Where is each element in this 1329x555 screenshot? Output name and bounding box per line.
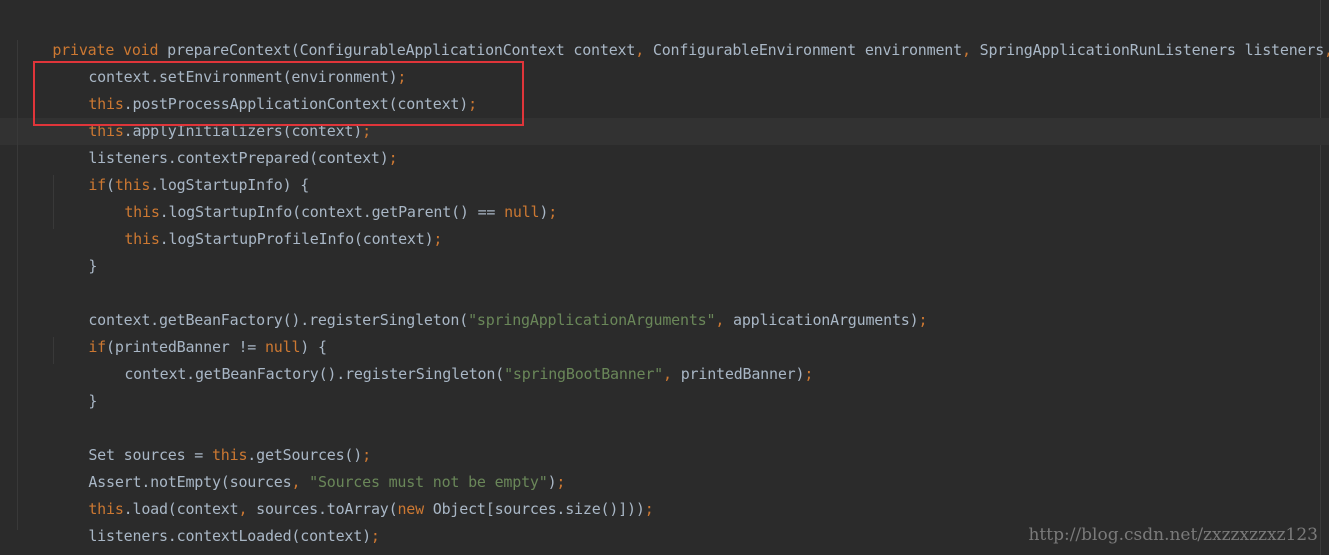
code-line-if-log-startup[interactable]: if(this.logStartupInfo) {: [53, 145, 309, 194]
code-editor[interactable]: private void prepareContext(Configurable…: [0, 0, 1329, 555]
punctuation-token: ;: [804, 365, 814, 383]
code-line-close-brace[interactable]: }: [53, 361, 97, 410]
code-token: .logStartupProfileInfo(context): [159, 230, 434, 248]
keyword-token: this: [124, 230, 160, 248]
punctuation-token: ;: [548, 203, 558, 221]
code-line-load[interactable]: this.load(context, sources.toArray(new O…: [53, 469, 653, 518]
code-line-assert-not-empty[interactable]: Assert.notEmpty(sources, "Sources must n…: [53, 442, 565, 491]
keyword-token: new: [397, 500, 424, 518]
code-token: }: [88, 257, 98, 275]
punctuation-token: ,: [715, 311, 725, 329]
code-token: ConfigurableEnvironment environment: [644, 41, 962, 59]
punctuation-token: ;: [433, 230, 443, 248]
right-margin-guide: [1320, 0, 1321, 555]
code-line-log-profile-info[interactable]: this.logStartupProfileInfo(context);: [89, 199, 442, 248]
code-line-if-banner[interactable]: if(printedBanner != null) {: [53, 307, 327, 356]
punctuation-token: ;: [644, 500, 654, 518]
code-token: applicationArguments): [724, 311, 919, 329]
watermark-url: http://blog.csdn.net/zxzzxzzxz123: [1028, 525, 1318, 545]
code-token: listeners.contextLoaded(context): [88, 527, 371, 545]
code-line-register-banner[interactable]: context.getBeanFactory().registerSinglet…: [89, 334, 813, 383]
keyword-token: null: [504, 203, 540, 221]
punctuation-token: ,: [961, 41, 971, 59]
indent-guide: [17, 40, 18, 530]
code-token: Object[sources.size()])): [423, 500, 645, 518]
red-highlight-annotation: [33, 61, 524, 126]
string-token: "springApplicationArguments": [468, 311, 716, 329]
code-line-method-signature[interactable]: private void prepareContext(Configurable…: [17, 10, 1329, 59]
code-line-context-loaded[interactable]: listeners.contextLoaded(context);: [53, 496, 380, 545]
punctuation-token: ,: [663, 365, 672, 383]
code-token: }: [88, 392, 98, 410]
code-line-register-arguments[interactable]: context.getBeanFactory().registerSinglet…: [53, 280, 927, 329]
code-line-get-sources[interactable]: Set sources = this.getSources();: [53, 415, 371, 464]
code-token: context.getBeanFactory().registerSinglet…: [124, 365, 505, 383]
punctuation-token: ,: [1324, 41, 1329, 59]
punctuation-token: ,: [635, 41, 645, 59]
punctuation-token: ;: [370, 527, 380, 545]
punctuation-token: ;: [388, 149, 398, 167]
code-token: SpringApplicationRunListeners listeners: [970, 41, 1325, 59]
string-token: "springBootBanner": [504, 365, 664, 383]
punctuation-token: ;: [918, 311, 928, 329]
code-token: printedBanner): [671, 365, 805, 383]
code-line-set-environment[interactable]: context.setEnvironment(environment);: [53, 37, 406, 86]
code-line-log-startup-info[interactable]: this.logStartupInfo(context.getParent() …: [89, 172, 557, 221]
code-line-close-brace[interactable]: }: [53, 226, 97, 275]
code-token: ): [539, 203, 549, 221]
code-line-method-close-brace[interactable]: }: [17, 523, 61, 555]
